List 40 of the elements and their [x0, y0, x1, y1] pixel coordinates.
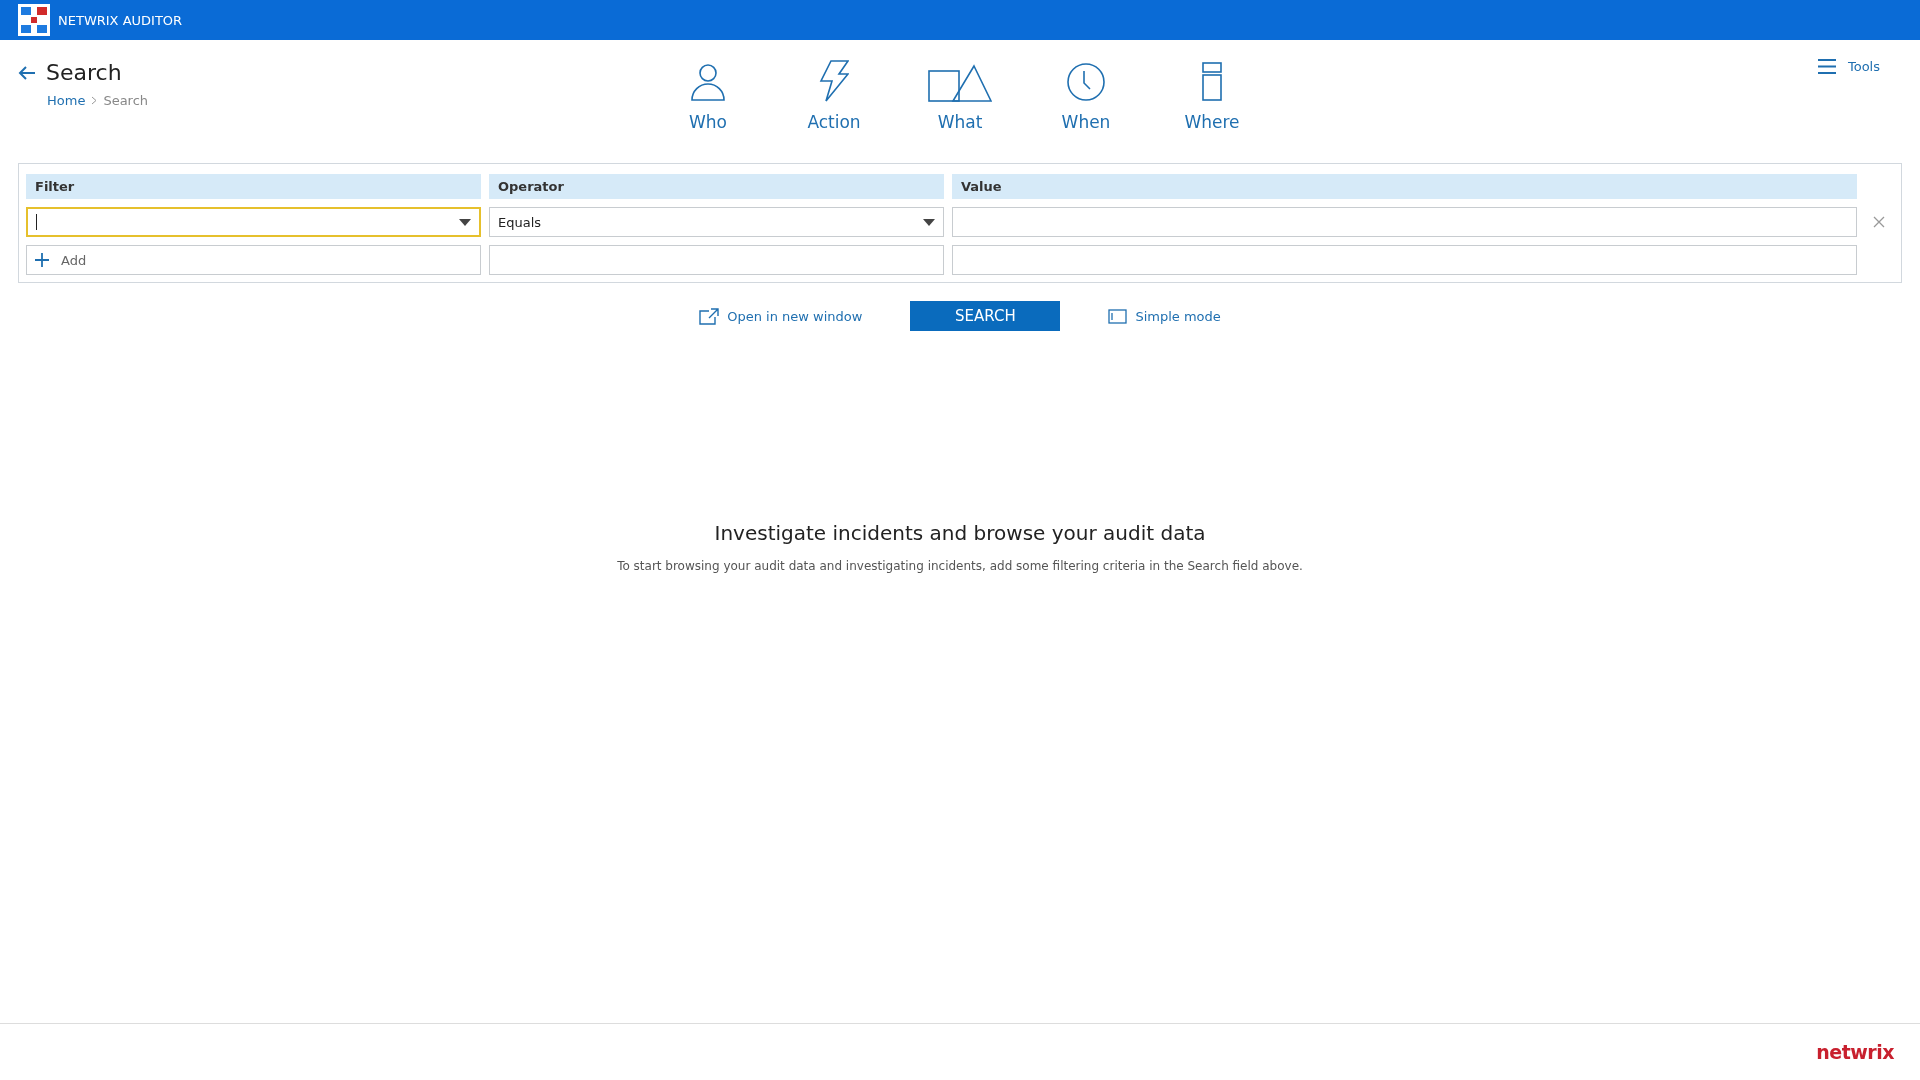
category-button[interactable]: Who	[645, 58, 771, 163]
external-link-icon	[699, 307, 720, 325]
panel-icon	[1108, 308, 1128, 324]
square-and-triangle-icon	[928, 64, 992, 102]
back-button[interactable]	[18, 65, 36, 80]
simple-mode-link[interactable]: Simple mode	[1108, 308, 1221, 324]
breadcrumb-current: Search	[103, 93, 149, 108]
open-new-window-link[interactable]: Open in new window	[699, 307, 863, 325]
category-button[interactable]: When	[1023, 58, 1149, 163]
add-filter-button[interactable]: Add	[26, 245, 481, 275]
operator-dropdown[interactable]: Equals	[489, 207, 944, 237]
column-header: Value	[952, 174, 1857, 199]
breadcrumb-link[interactable]: Home	[47, 93, 86, 108]
dropdown-caret-icon	[923, 218, 935, 226]
empty-state-text: To start browsing your audit data and investigating incidents, add some filtering criteria in the Search field above.	[617, 559, 1303, 573]
empty-state-heading: Investigate incidents and browse your audit data	[714, 521, 1206, 545]
tools-button[interactable]: Tools	[1811, 58, 1886, 86]
column-header: Filter	[26, 174, 481, 199]
column-header: Operator	[489, 174, 944, 199]
app-title: NETWRIX AUDITOR	[58, 12, 183, 28]
category-button[interactable]: What	[897, 58, 1023, 163]
tower-icon	[1201, 62, 1223, 102]
menu-icon	[1817, 59, 1836, 74]
value-field[interactable]	[952, 207, 1857, 237]
category-button[interactable]: Where	[1149, 58, 1275, 163]
brand-logo: netwrix	[1816, 1041, 1894, 1063]
close-icon[interactable]	[1873, 216, 1885, 228]
clock-icon	[1066, 62, 1106, 102]
dropdown-caret-icon	[459, 218, 471, 226]
value-field[interactable]	[952, 245, 1857, 275]
plus-icon	[35, 253, 49, 267]
category-button[interactable]: Action	[771, 58, 897, 163]
app-logo-icon	[18, 4, 50, 36]
page-title: Search	[46, 60, 122, 85]
chevron-right-icon	[91, 96, 98, 105]
operator-field[interactable]	[489, 245, 944, 275]
search-button[interactable]: SEARCH	[910, 301, 1061, 331]
lightning-bolt-icon	[819, 60, 849, 102]
filter-dropdown[interactable]	[26, 207, 481, 237]
person-icon	[690, 62, 726, 102]
